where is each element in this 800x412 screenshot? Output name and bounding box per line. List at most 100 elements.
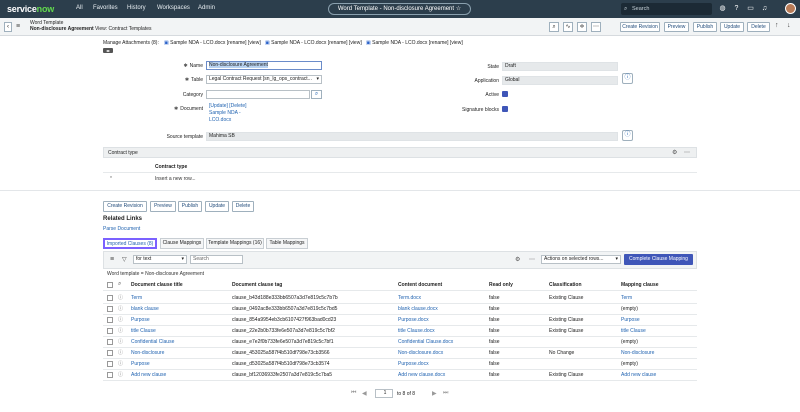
- user-avatar[interactable]: [785, 3, 796, 14]
- settings-sliders-icon[interactable]: ≑: [577, 22, 587, 32]
- col-content-document[interactable]: Content document: [398, 282, 442, 288]
- select-all-checkbox[interactable]: [107, 282, 113, 288]
- active-checkbox[interactable]: [502, 91, 508, 97]
- global-search-input[interactable]: ⌕ Search: [621, 3, 712, 15]
- next-page-icon[interactable]: ▶: [432, 390, 437, 397]
- preview-button[interactable]: Preview: [664, 22, 689, 32]
- more-options-icon[interactable]: ⋯: [591, 22, 601, 32]
- delete-button-bottom[interactable]: Delete: [232, 201, 254, 212]
- update-button-bottom[interactable]: Update: [205, 201, 229, 212]
- document-file-link[interactable]: Sample NDA -: [209, 110, 241, 116]
- more-options-icon[interactable]: ⋯: [684, 149, 690, 156]
- cell-content-document[interactable]: Non-disclosure.docx: [398, 350, 443, 356]
- actions-select[interactable]: Actions on selected rows... ▾: [541, 255, 621, 264]
- name-input[interactable]: Non-disclosure Agreement: [206, 61, 322, 70]
- parse-document-link[interactable]: Parse Document: [103, 226, 140, 232]
- previous-page-icon[interactable]: ◀: [362, 390, 367, 397]
- cell-content-document[interactable]: Purpose.docx: [398, 361, 429, 367]
- nav-all[interactable]: All: [76, 5, 83, 11]
- create-revision-button[interactable]: Create Revision: [620, 22, 660, 32]
- nav-history[interactable]: History: [127, 5, 146, 11]
- col-read-only[interactable]: Read only: [489, 282, 513, 288]
- tab-table-mappings[interactable]: Table Mappings: [266, 238, 308, 249]
- back-arrow-icon[interactable]: ‹: [4, 22, 12, 32]
- row-checkbox[interactable]: [107, 306, 113, 312]
- next-record-icon[interactable]: ↓: [787, 22, 791, 29]
- update-button[interactable]: Update: [720, 22, 744, 32]
- nav-admin[interactable]: Admin: [198, 5, 215, 11]
- row-info-icon[interactable]: ⓘ: [118, 327, 123, 334]
- cell-title[interactable]: Purpose: [131, 361, 150, 367]
- cell-title[interactable]: Add new clause: [131, 372, 166, 378]
- cell-mapping-clause[interactable]: title Clause: [621, 328, 646, 334]
- tab-imported-clauses[interactable]: Imported Clauses (8): [103, 238, 157, 249]
- attachment-icon[interactable]: ⌕: [549, 22, 559, 32]
- attachments-toggle-icon[interactable]: ◂▸: [103, 48, 113, 53]
- col-document-clause-tag[interactable]: Document clause tag: [232, 282, 282, 288]
- signature-blocks-checkbox[interactable]: [502, 106, 508, 112]
- servicenow-logo[interactable]: servicenow: [7, 4, 54, 14]
- tab-template-mappings[interactable]: Template Mappings (16): [206, 238, 264, 249]
- preview-button-bottom[interactable]: Preview: [150, 201, 176, 212]
- row-checkbox[interactable]: [107, 317, 113, 323]
- cell-mapping-clause[interactable]: Non-disclosure: [621, 350, 654, 356]
- search-field-select[interactable]: for text ▾: [133, 255, 187, 264]
- row-checkbox[interactable]: [107, 350, 113, 356]
- page-number-input[interactable]: 1: [375, 389, 393, 398]
- more-options-icon[interactable]: ⋯: [529, 256, 535, 263]
- help-icon[interactable]: ?: [732, 4, 741, 13]
- row-info-icon[interactable]: ⓘ: [118, 294, 123, 301]
- chat-icon[interactable]: ▭: [746, 4, 755, 13]
- scope-globe-icon[interactable]: ◍: [718, 4, 727, 13]
- previous-record-icon[interactable]: ↑: [775, 22, 779, 29]
- cell-content-document[interactable]: Purpose.docx: [398, 317, 429, 323]
- notification-bell-icon[interactable]: ♫: [760, 4, 769, 13]
- table-select[interactable]: Legal Contract Request [sn_lg_ops_contra…: [206, 75, 322, 84]
- context-menu-icon[interactable]: ≡: [16, 22, 26, 32]
- cell-title[interactable]: Confidential Clause: [131, 339, 174, 345]
- gear-icon[interactable]: ⚙: [515, 256, 520, 263]
- star-icon[interactable]: ☆: [456, 6, 461, 12]
- row-checkbox[interactable]: [107, 361, 113, 367]
- insert-new-row[interactable]: Insert a new row...: [155, 176, 196, 182]
- attachment-file-2[interactable]: ▣ Sample NDA - LCO.docx [rename] [view]: [265, 40, 362, 46]
- delete-button[interactable]: Delete: [747, 22, 770, 32]
- cell-content-document[interactable]: blank clause.docx: [398, 306, 438, 312]
- complete-clause-mapping-button[interactable]: Complete Clause Mapping: [624, 254, 693, 265]
- filter-icon[interactable]: ▽: [122, 256, 127, 263]
- manage-attachments-label[interactable]: Manage Attachments (8):: [103, 40, 159, 46]
- cell-mapping-clause[interactable]: Term: [621, 295, 632, 301]
- row-checkbox[interactable]: [107, 295, 113, 301]
- cell-content-document[interactable]: title Clause.docx: [398, 328, 435, 334]
- row-checkbox[interactable]: [107, 339, 113, 345]
- cell-mapping-clause[interactable]: Add new clause: [621, 372, 656, 378]
- publish-button-bottom[interactable]: Publish: [178, 201, 202, 212]
- col-classification[interactable]: Classification: [549, 282, 582, 288]
- row-info-icon[interactable]: ⓘ: [118, 305, 123, 312]
- cell-title[interactable]: Term: [131, 295, 142, 301]
- cell-content-document[interactable]: Term.docx: [398, 295, 421, 301]
- document-file-link-2[interactable]: LCO.docx: [209, 117, 231, 123]
- row-info-icon[interactable]: ⓘ: [118, 371, 123, 378]
- create-revision-button-bottom[interactable]: Create Revision: [103, 201, 147, 212]
- col-document-clause-title[interactable]: Document clause title: [131, 282, 183, 288]
- nav-workspaces[interactable]: Workspaces: [157, 5, 190, 11]
- search-icon[interactable]: ⌕: [118, 281, 121, 288]
- cell-title[interactable]: blank clause: [131, 306, 159, 312]
- cell-mapping-clause[interactable]: Purpose: [621, 317, 640, 323]
- row-info-icon[interactable]: ⓘ: [118, 338, 123, 345]
- col-mapping-clause[interactable]: Mapping clause: [621, 282, 659, 288]
- document-update-delete-links[interactable]: [Update] [Delete]: [209, 103, 247, 109]
- first-page-icon[interactable]: ⏮: [351, 390, 356, 397]
- application-info-icon[interactable]: ⓘ: [622, 73, 633, 84]
- attachment-file-1[interactable]: ▣ Sample NDA - LCO.docx [rename] [view]: [164, 40, 261, 46]
- tab-clause-mappings[interactable]: Clause Mappings: [160, 238, 204, 249]
- gear-icon[interactable]: ⚙: [672, 149, 677, 156]
- nav-favorites[interactable]: Favorites: [93, 5, 118, 11]
- row-checkbox[interactable]: [107, 372, 113, 378]
- list-menu-icon[interactable]: ≡: [110, 256, 114, 263]
- row-info-icon[interactable]: ⓘ: [118, 360, 123, 367]
- record-title-pill[interactable]: Word Template - Non-disclosure Agreement…: [328, 3, 471, 15]
- cell-title[interactable]: Purpose: [131, 317, 150, 323]
- cell-content-document[interactable]: Add new clause.docx: [398, 372, 445, 378]
